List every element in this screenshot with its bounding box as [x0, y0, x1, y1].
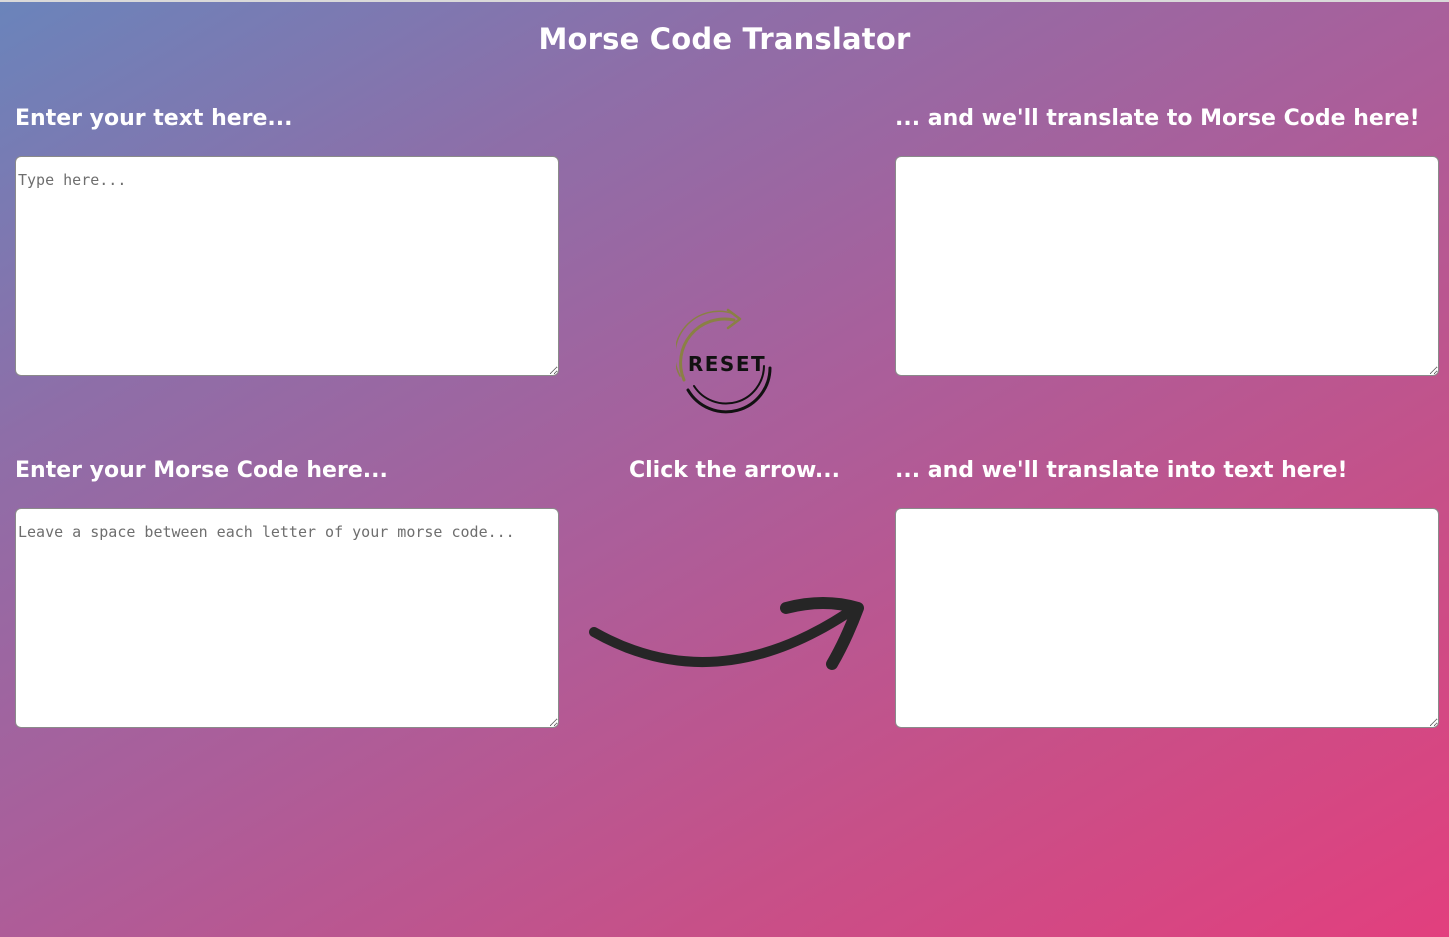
- text-input-label: Enter your text here...: [15, 106, 293, 131]
- morse-input-field[interactable]: [15, 508, 559, 728]
- text-input-field[interactable]: [15, 156, 559, 376]
- window-top-border: [0, 0, 1449, 2]
- morse-input-label: Enter your Morse Code here...: [15, 458, 388, 483]
- page-title: Morse Code Translator: [538, 22, 911, 56]
- morse-output-label: ... and we'll translate to Morse Code he…: [895, 106, 1420, 131]
- translate-arrow-button[interactable]: [584, 590, 870, 682]
- reset-label: RESET: [688, 352, 766, 376]
- morse-output-field[interactable]: [895, 156, 1439, 376]
- reset-circular-arrow-icon: RESET: [674, 308, 772, 414]
- curved-arrow-right-icon: [589, 597, 864, 670]
- reset-button[interactable]: RESET: [674, 308, 778, 414]
- text-output-field[interactable]: [895, 508, 1439, 728]
- text-output-label: ... and we'll translate into text here!: [895, 458, 1348, 483]
- arrow-hint-label: Click the arrow...: [629, 458, 840, 483]
